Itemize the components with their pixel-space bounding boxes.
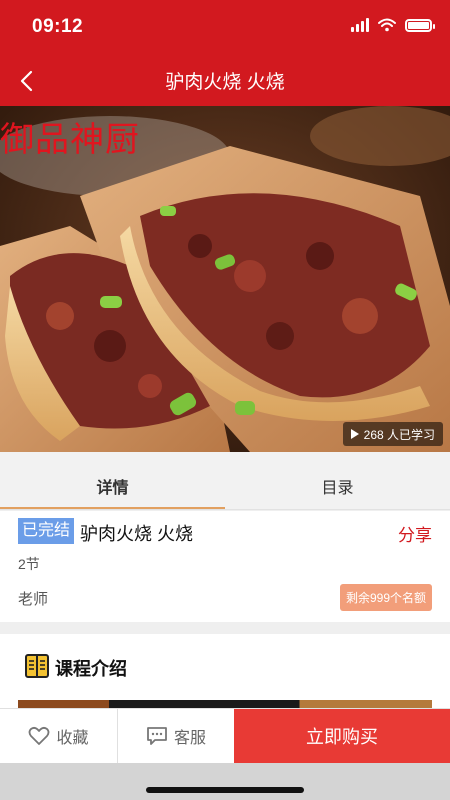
tab-details[interactable]: 详情 bbox=[0, 452, 225, 509]
wifi-icon bbox=[378, 18, 396, 32]
teacher-label: 老师 bbox=[18, 591, 49, 608]
signal-icon bbox=[351, 18, 369, 32]
chat-icon bbox=[147, 727, 167, 745]
page-title: 驴肉火烧 火烧 bbox=[165, 72, 285, 93]
book-icon bbox=[25, 654, 49, 678]
intro-image-preview bbox=[18, 700, 432, 708]
nav-bar: 驴肉火烧 火烧 bbox=[0, 56, 450, 106]
course-cover-image[interactable]: 御品神厨 268 人已学习 bbox=[0, 106, 450, 452]
status-time: 09:12 bbox=[32, 16, 84, 37]
remaining-quota-badge: 剩余999个名额 bbox=[339, 584, 432, 611]
status-badge: 已完结 bbox=[18, 518, 75, 544]
tab-catalog[interactable]: 目录 bbox=[225, 452, 450, 509]
lesson-count: 2节 bbox=[18, 556, 40, 572]
service-label: 客服 bbox=[173, 730, 206, 747]
play-icon bbox=[350, 429, 359, 439]
course-intro-section: 课程介绍 bbox=[0, 634, 450, 708]
share-button[interactable]: 分享 bbox=[398, 521, 432, 546]
favorite-label: 收藏 bbox=[56, 730, 89, 747]
heart-icon bbox=[29, 726, 50, 745]
customer-service-button[interactable]: 客服 bbox=[117, 709, 234, 763]
section-title: 课程介绍 bbox=[55, 659, 127, 679]
buy-now-button[interactable]: 立即购买 bbox=[234, 709, 450, 763]
favorite-button[interactable]: 收藏 bbox=[0, 709, 117, 763]
course-info: 已完结 驴肉火烧 火烧 分享 2节 老师 剩余999个名额 bbox=[0, 511, 450, 622]
home-indicator-area bbox=[0, 763, 450, 800]
bottom-action-bar: 收藏 客服 立即购买 bbox=[0, 708, 450, 763]
learner-count-badge: 268 人已学习 bbox=[342, 422, 443, 446]
status-icons bbox=[351, 18, 435, 32]
detail-tabs: 详情 目录 bbox=[0, 452, 450, 510]
learner-count: 268 人已学习 bbox=[363, 427, 435, 442]
battery-icon bbox=[405, 18, 435, 32]
status-bar: 09:12 bbox=[0, 0, 450, 56]
home-indicator[interactable] bbox=[146, 787, 304, 793]
course-title: 驴肉火烧 火烧 bbox=[80, 524, 194, 544]
watermark-text: 御品神厨 bbox=[0, 122, 140, 159]
